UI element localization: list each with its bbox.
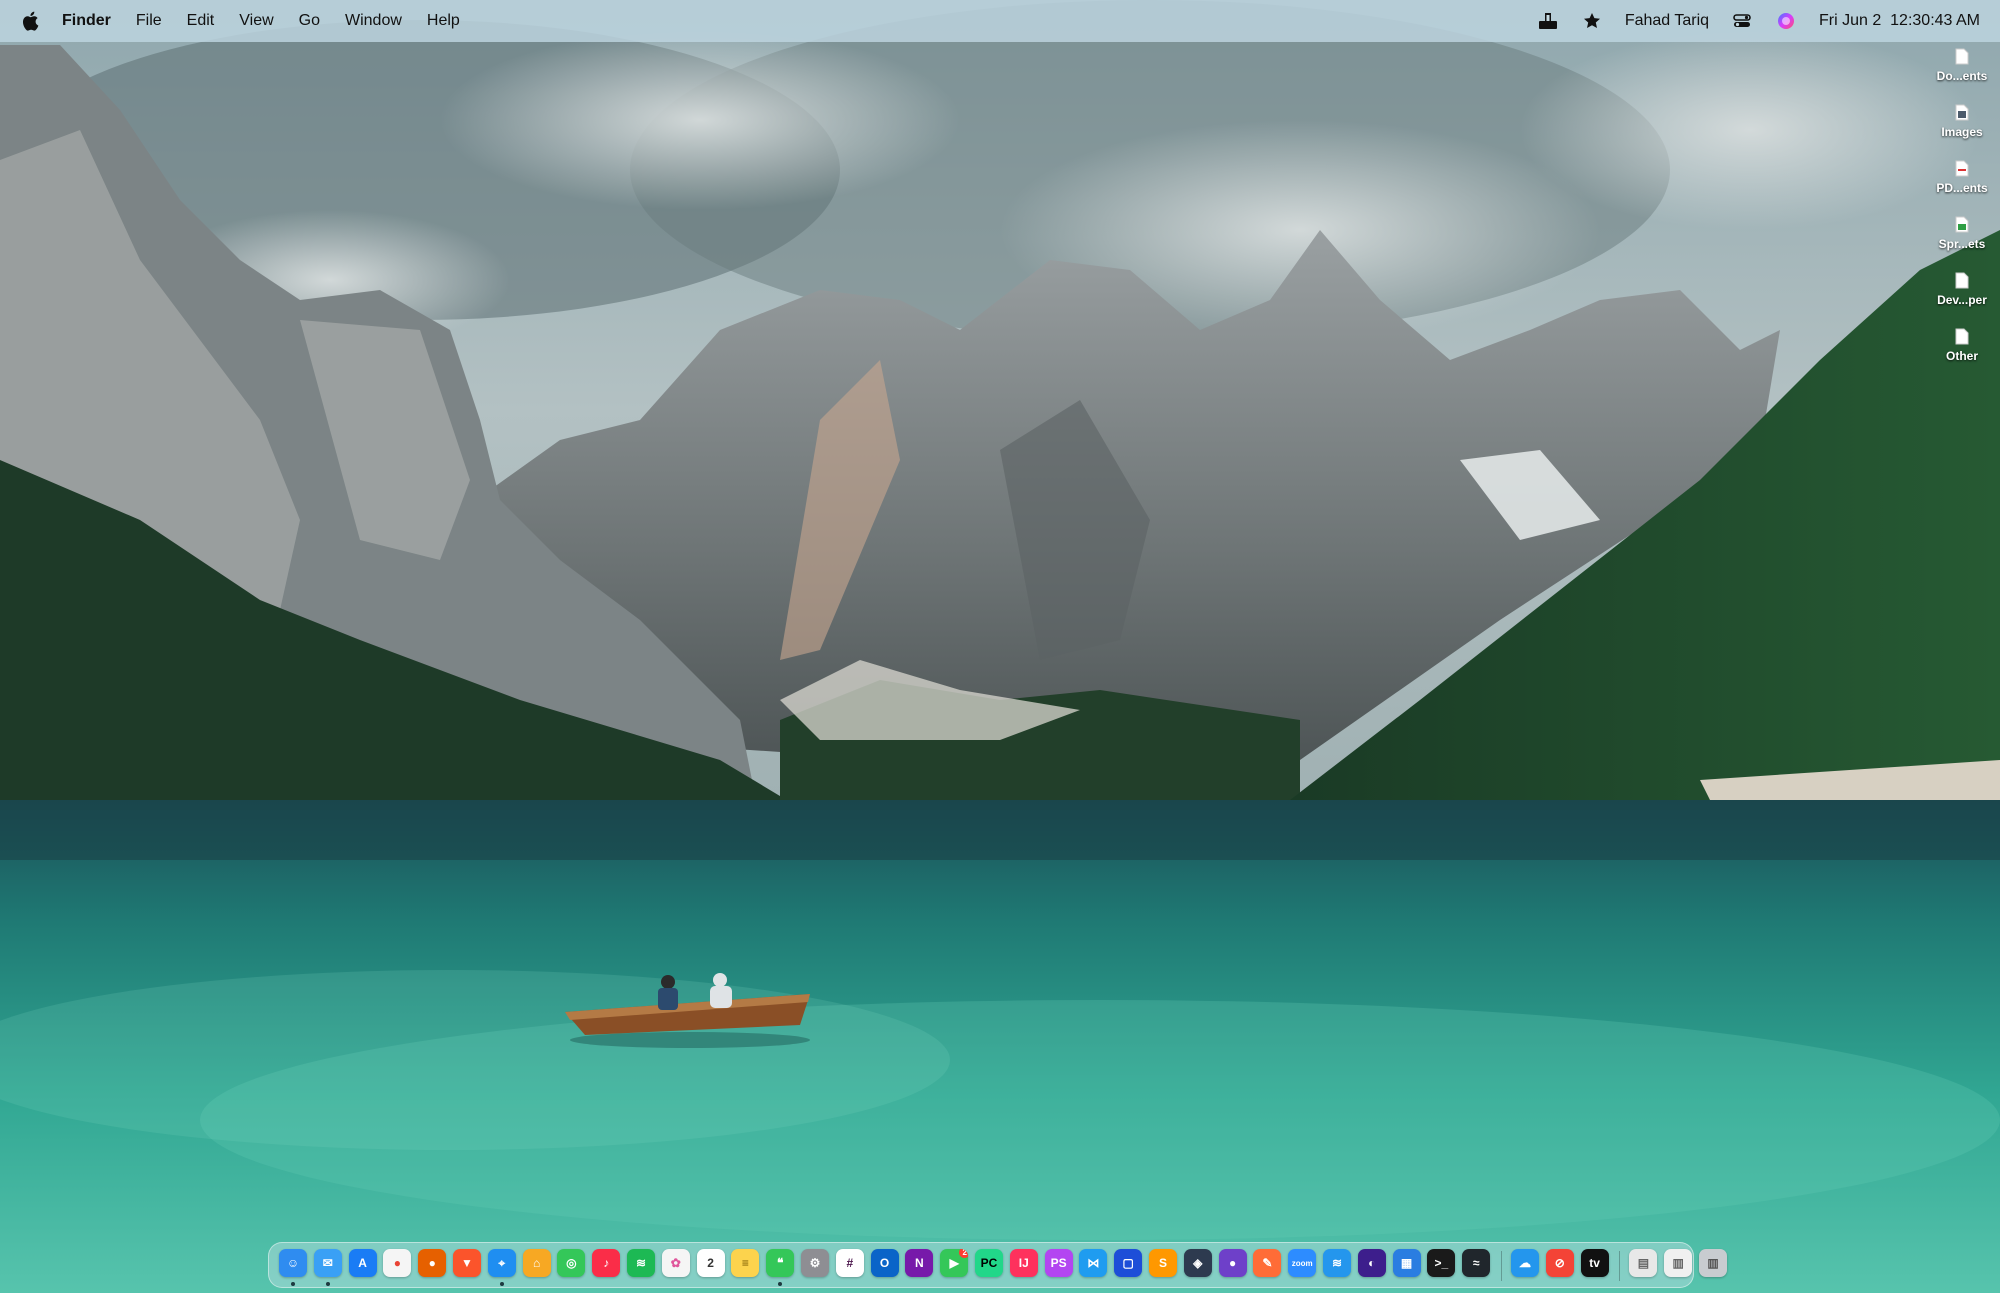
dock-activity-monitor-icon[interactable]: ≈ [1462,1249,1491,1277]
user-name[interactable]: Fahad Tariq [1625,12,1709,30]
stack-label: Spr...ets [1938,237,1986,251]
share-tray-icon[interactable] [1537,10,1559,32]
dock-onenote-icon[interactable]: N [905,1249,934,1277]
menu-window[interactable]: Window [345,12,402,30]
dock-facetime-icon[interactable]: ▶ 2 [940,1249,969,1277]
dock-intellij-icon[interactable]: IJ [1009,1249,1038,1277]
dock-github-desktop-icon[interactable]: ● [1218,1249,1247,1277]
clock-datetime[interactable]: Fri Jun 2 12:30:43 AM [1819,12,1980,30]
star-icon[interactable] [1581,10,1603,32]
stack-label: Do...ents [1936,69,1988,83]
dock-find-my-icon[interactable]: ◎ [557,1249,586,1277]
stack-label: Images [1941,125,1983,139]
menu-bar: Finder File Edit View Go Window Help Fah… [0,0,2000,42]
dock-separator [1619,1251,1621,1281]
pdf-file-icon [1955,160,1969,177]
desktop-wallpaper [0,0,2000,1293]
dock-finder-icon[interactable]: ☺ [279,1249,307,1277]
stack-label: PD...ents [1936,181,1988,195]
menu-app-name[interactable]: Finder [62,12,111,30]
running-indicator [325,1282,330,1286]
running-indicator [499,1282,504,1286]
desktop-stacks: Do...ents Images PD...ents Spr...ets Dev… [1924,48,2000,384]
stack-images[interactable]: Images [1924,104,2000,160]
siri-icon[interactable] [1775,10,1797,32]
menu-go[interactable]: Go [299,12,320,30]
dock-notes-icon[interactable]: ≡ [731,1249,760,1277]
notification-badge: 2 [959,1249,969,1258]
dock-system-settings-icon[interactable]: ⚙ [801,1249,829,1277]
running-indicator [291,1282,295,1286]
dock-terminal-icon[interactable]: >_ [1427,1249,1456,1277]
menu-view[interactable]: View [239,12,273,30]
dock-firefox-icon[interactable]: ● [418,1249,447,1277]
stack-other[interactable]: Other [1924,328,2000,384]
dock-phpstorm-icon[interactable]: PS [1044,1249,1073,1277]
stack-label: Other [1945,349,1978,363]
status-area: Fahad Tariq Fri Jun 2 12:30:43 AM [1515,10,1980,32]
stack-label: Dev...per [1937,293,1987,307]
dock-brave-icon[interactable]: ▼ [453,1249,481,1277]
stack-spreadsheets[interactable]: Spr...ets [1924,216,2000,272]
control-center-icon[interactable] [1731,10,1753,32]
dock-trash-icon[interactable]: ▥ [1699,1249,1727,1277]
stack-developer[interactable]: Dev...per [1924,272,2000,328]
developer-file-icon [1955,272,1969,289]
dock-calendar-icon[interactable]: 2 [696,1249,725,1277]
dock-jetbrains-toolbox-icon[interactable]: ▢ [1114,1249,1143,1277]
dock-safari-icon[interactable]: ⌖ [487,1249,516,1277]
spreadsheet-file-icon [1955,216,1969,233]
dock-mastodon-icon[interactable]: ⊘ [1545,1249,1574,1277]
dock-vscode-icon[interactable]: ⋈ [1079,1249,1108,1277]
stack-pdf-documents[interactable]: PD...ents [1924,160,2000,216]
apple-logo-icon[interactable] [22,11,40,31]
menu-file[interactable]: File [136,12,162,30]
dock-sublime-text-icon[interactable]: S [1149,1249,1177,1277]
dock-messages-icon[interactable]: ❝ [766,1249,795,1277]
dock-tableplus-icon[interactable]: ▦ [1392,1249,1421,1277]
running-indicator [778,1282,783,1286]
dock-chrome-icon[interactable]: ● [383,1249,412,1277]
dock-music-icon[interactable]: ♪ [592,1249,621,1277]
dock-photos-icon[interactable]: ✿ [661,1249,690,1277]
document-icon [1955,48,1969,65]
dock-mongodb-compass-icon[interactable]: ◐ [1357,1249,1386,1277]
stack-documents[interactable]: Do...ents [1924,48,2000,104]
menu-edit[interactable]: Edit [187,12,215,30]
dock-documents-stack-icon[interactable]: ▥ [1664,1249,1693,1277]
menu-help[interactable]: Help [427,12,460,30]
dock-docker-icon[interactable]: ≋ [1323,1249,1351,1277]
dock-openvpn-icon[interactable]: ◈ [1183,1249,1212,1277]
dock-spotify-icon[interactable]: ≋ [627,1249,655,1277]
dock-slack-icon[interactable]: # [835,1249,864,1277]
dock-mail-icon[interactable]: ✉ [313,1249,342,1277]
dock-separator [1501,1251,1502,1281]
dock-app-store-icon[interactable]: A [348,1249,377,1277]
dock-docker-desktop-icon[interactable]: ☁ [1511,1249,1539,1277]
dock-pycharm-icon[interactable]: PC [975,1249,1003,1277]
image-file-icon [1955,104,1969,121]
generic-file-icon [1955,328,1969,345]
dock-apple-tv-icon[interactable]: tv [1580,1249,1609,1277]
dock-outlook-icon[interactable]: O [870,1249,899,1277]
dock-home-icon[interactable]: ⌂ [522,1249,551,1277]
dock: ☺ ✉ A ● ● ▼ ⌖ ⌂ ◎ ♪ ≋ ✿ 2 ≡ ❝ ⚙ # O N ▶ 2 PC IJ PS ⋈ ▢ S ◈ ● ✎ zoom ≋ ◐ ▦… [268,1242,1727,1288]
dock-postman-icon[interactable]: ✎ [1253,1249,1282,1277]
dock-downloads-stack-icon[interactable]: ▤ [1629,1249,1658,1277]
dock-zoom-icon[interactable]: zoom [1288,1249,1317,1277]
